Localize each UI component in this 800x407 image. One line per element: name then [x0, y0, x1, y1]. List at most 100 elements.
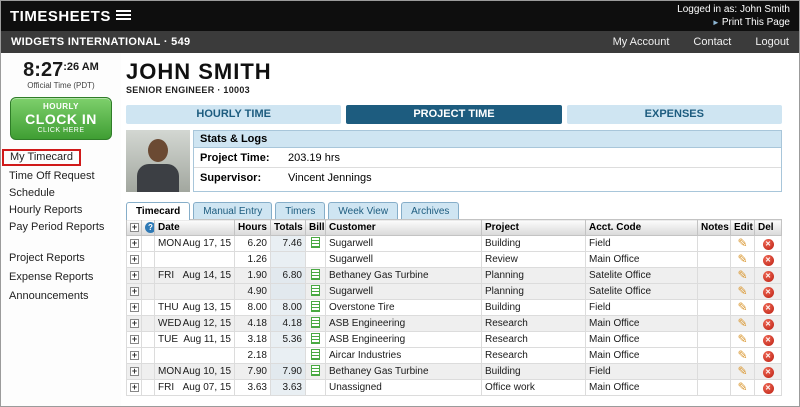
timecard-view-tab[interactable]: Week View — [328, 202, 398, 219]
help-cell — [142, 380, 155, 396]
column-header-project: Project — [482, 220, 586, 236]
logged-in-text: Logged in as: John Smith — [677, 3, 790, 16]
sidebar-menu-item[interactable]: Hourly Reports — [1, 202, 121, 219]
sidebar-menu-item[interactable]: Time Off Request — [1, 168, 121, 185]
edit-icon[interactable]: ✎ — [737, 317, 747, 329]
del-cell: ✕ — [755, 300, 782, 316]
nav-link[interactable]: Logout — [755, 36, 789, 48]
delete-icon[interactable]: ✕ — [763, 335, 774, 346]
delete-icon[interactable]: ✕ — [763, 383, 774, 394]
help-cell — [142, 300, 155, 316]
bill-document-icon[interactable] — [311, 237, 320, 248]
nav-bar: WIDGETS INTERNATIONAL · 549 My Account C… — [1, 31, 799, 53]
notes-cell — [698, 300, 731, 316]
edit-cell: ✎ — [731, 316, 755, 332]
time-type-tab[interactable]: EXPENSES — [567, 105, 782, 124]
del-cell: ✕ — [755, 364, 782, 380]
edit-icon[interactable]: ✎ — [737, 237, 747, 249]
delete-icon[interactable]: ✕ — [763, 239, 774, 250]
column-header-bill: Bill — [306, 220, 326, 236]
sidebar-menu-item[interactable]: Pay Period Reports — [1, 219, 121, 236]
help-icon[interactable]: ? — [145, 222, 155, 233]
sidebar-menu-item[interactable]: My Timecard — [2, 149, 81, 166]
hours-cell: 3.63 — [235, 380, 271, 396]
expand-row-icon[interactable]: + — [130, 271, 139, 280]
row-date: Aug 07, 15 — [183, 382, 231, 393]
timecard-view-tabs: Timecard Manual Entry Timers Week View A… — [126, 202, 782, 219]
edit-icon[interactable]: ✎ — [737, 333, 747, 345]
help-cell — [142, 364, 155, 380]
expand-row-icon[interactable]: + — [130, 335, 139, 344]
timecard-row: + 4.90 Sugarwell — [127, 284, 782, 300]
delete-icon[interactable]: ✕ — [763, 319, 774, 330]
sidebar-menu-item[interactable]: Project Reports — [1, 249, 121, 268]
delete-icon[interactable]: ✕ — [763, 303, 774, 314]
help-cell — [142, 252, 155, 268]
acct-code-cell: Main Office — [586, 252, 698, 268]
delete-icon[interactable]: ✕ — [763, 255, 774, 266]
timecard-view-tab[interactable]: Timecard — [126, 202, 190, 220]
sidebar-menu-item[interactable]: Announcements — [1, 287, 121, 306]
timecard-row: + 2.18 Aircar Industries — [127, 348, 782, 364]
print-arrow-icon: ► — [712, 18, 720, 27]
edit-icon[interactable]: ✎ — [737, 285, 747, 297]
edit-icon[interactable]: ✎ — [737, 349, 747, 361]
nav-link[interactable]: Contact — [693, 36, 731, 48]
hourly-clock-in-button[interactable]: HOURLY CLOCK IN CLICK HERE — [10, 97, 112, 140]
official-clock: 8:27:26 AM Official Time (PDT) — [1, 59, 121, 90]
expand-row-icon[interactable]: + — [130, 319, 139, 328]
edit-icon[interactable]: ✎ — [737, 301, 747, 313]
stats-logs-box: Stats & Logs Project Time: 203.19 hrs Su… — [193, 130, 782, 192]
bill-document-icon[interactable] — [311, 365, 320, 376]
expand-cell: + — [127, 300, 142, 316]
notes-cell — [698, 284, 731, 300]
delete-icon[interactable]: ✕ — [763, 367, 774, 378]
bill-cell — [306, 364, 326, 380]
delete-icon[interactable]: ✕ — [763, 287, 774, 298]
project-cell: Building — [482, 300, 586, 316]
notes-cell — [698, 268, 731, 284]
edit-icon[interactable]: ✎ — [737, 365, 747, 377]
bill-document-icon[interactable] — [311, 285, 320, 296]
edit-icon[interactable]: ✎ — [737, 269, 747, 281]
delete-icon[interactable]: ✕ — [763, 271, 774, 282]
expand-row-icon[interactable]: + — [130, 255, 139, 264]
sidebar-menu-item[interactable]: Expense Reports — [1, 268, 121, 287]
timecard-view-tab[interactable]: Manual Entry — [193, 202, 272, 219]
totals-cell: 7.46 — [271, 236, 306, 252]
expand-row-icon[interactable]: + — [130, 239, 139, 248]
bill-document-icon[interactable] — [311, 269, 320, 280]
time-type-tab[interactable]: HOURLY TIME — [126, 105, 341, 124]
employee-title: SENIOR ENGINEER · 10003 — [126, 85, 782, 95]
expand-cell: + — [127, 364, 142, 380]
timecard-view-tab[interactable]: Timers — [275, 202, 325, 219]
expand-row-icon[interactable]: + — [130, 383, 139, 392]
customer-cell: Overstone Tire — [326, 300, 482, 316]
expand-row-icon[interactable]: + — [130, 351, 139, 360]
date-cell: FRI Aug 07, 15 — [155, 380, 235, 396]
time-type-tab[interactable]: PROJECT TIME — [346, 105, 561, 124]
expand-row-icon[interactable]: + — [130, 303, 139, 312]
bill-document-icon[interactable] — [311, 301, 320, 312]
column-header-customer: Customer — [326, 220, 482, 236]
print-page-link[interactable]: ►Print This Page — [677, 16, 790, 29]
nav-link[interactable]: My Account — [613, 36, 670, 48]
expand-row-icon[interactable]: + — [130, 367, 139, 376]
expand-cell: + — [127, 380, 142, 396]
expand-row-icon[interactable]: + — [130, 287, 139, 296]
expand-all-icon[interactable]: + — [130, 223, 139, 232]
sidebar-menu-item[interactable]: Schedule — [1, 185, 121, 202]
bill-document-icon[interactable] — [311, 333, 320, 344]
totals-cell: 5.36 — [271, 332, 306, 348]
timecard-view-tab[interactable]: Archives — [401, 202, 459, 219]
bill-document-icon[interactable] — [311, 317, 320, 328]
project-cell: Review — [482, 252, 586, 268]
edit-icon[interactable]: ✎ — [737, 253, 747, 265]
delete-icon[interactable]: ✕ — [763, 351, 774, 362]
bill-cell — [306, 316, 326, 332]
clock-time: 8:27:26 AM — [1, 59, 121, 82]
edit-cell: ✎ — [731, 348, 755, 364]
totals-cell — [271, 252, 306, 268]
edit-icon[interactable]: ✎ — [737, 381, 747, 393]
bill-document-icon[interactable] — [311, 349, 320, 360]
